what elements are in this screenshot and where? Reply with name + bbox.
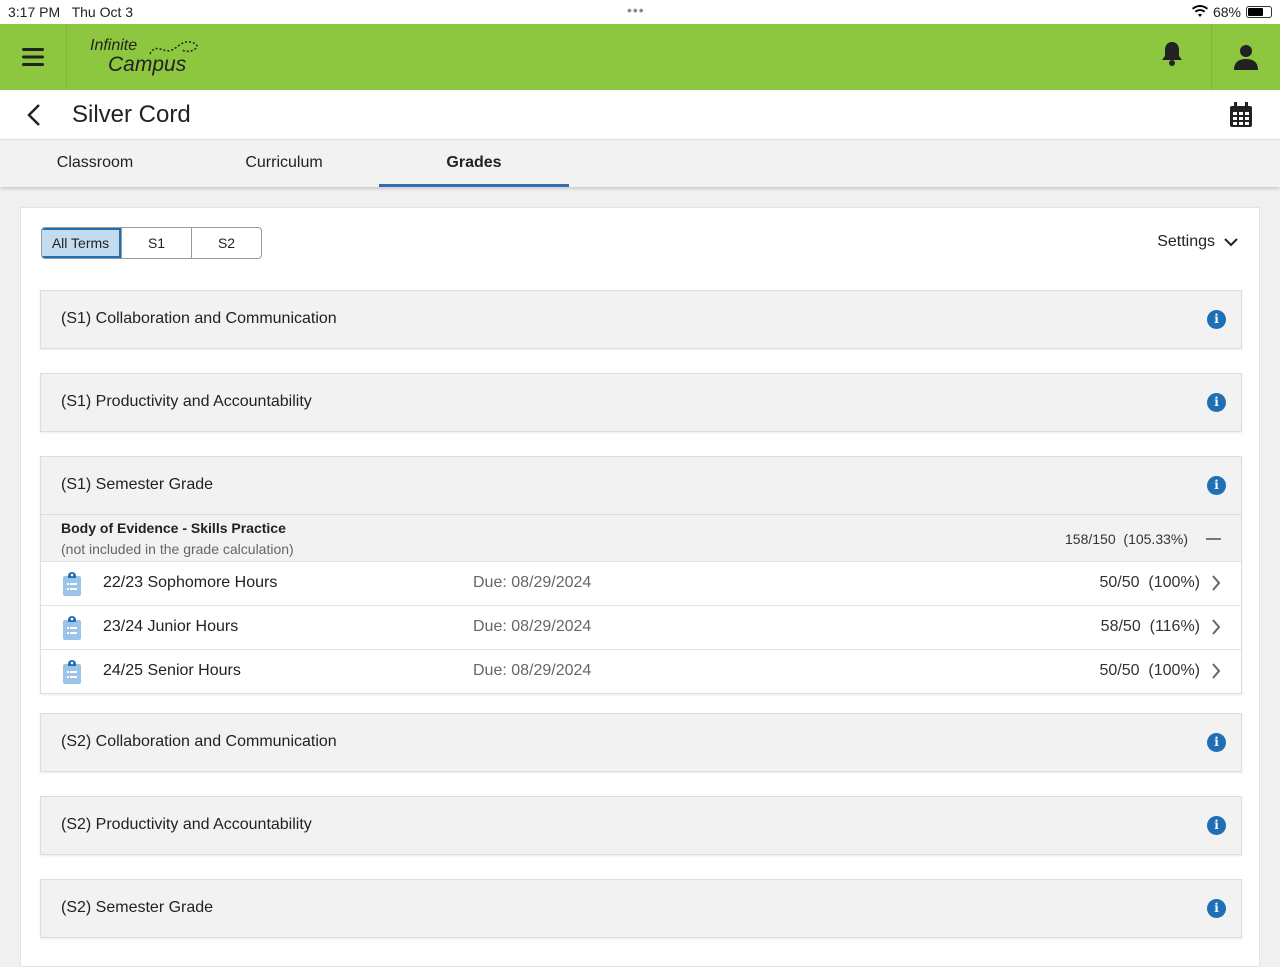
collapse-minus-icon[interactable] bbox=[1206, 538, 1221, 540]
settings-label: Settings bbox=[1157, 233, 1215, 250]
term-selector: All Terms S1 S2 bbox=[41, 227, 262, 259]
calendar-icon bbox=[1230, 102, 1252, 127]
assignment-name: 24/25 Senior Hours bbox=[103, 662, 241, 679]
chevron-right-icon[interactable] bbox=[1211, 662, 1221, 685]
chevron-right-icon[interactable] bbox=[1211, 574, 1221, 597]
status-bar: 3:17 PM Thu Oct 3 ••• 68% bbox=[0, 0, 1280, 24]
section-title: (S1) Collaboration and Communication bbox=[61, 310, 337, 327]
category-header[interactable]: Body of Evidence - Skills Practice (not … bbox=[41, 514, 1241, 561]
assignment-row[interactable]: 24/25 Senior Hours Due: 08/29/2024 50/50… bbox=[41, 649, 1241, 693]
assignment-score: 50/50 (100%) bbox=[1099, 662, 1200, 679]
multitask-dots-icon[interactable]: ••• bbox=[627, 2, 645, 18]
assignment-score: 58/50 (116%) bbox=[1100, 618, 1200, 635]
notifications-button[interactable] bbox=[1160, 40, 1184, 73]
section-header[interactable]: (S1) Semester Grade i bbox=[41, 457, 1241, 514]
due-date: Due: 08/29/2024 bbox=[473, 662, 592, 679]
tab-grades[interactable]: Grades bbox=[379, 141, 569, 187]
calendar-button[interactable] bbox=[1229, 102, 1253, 133]
menu-button[interactable] bbox=[0, 24, 67, 90]
grade-section[interactable]: (S2) Collaboration and Communication i bbox=[40, 713, 1242, 772]
section-title: (S2) Collaboration and Communication bbox=[61, 733, 337, 750]
chevron-down-icon bbox=[1224, 238, 1238, 247]
grades-panel: All Terms S1 S2 Settings (S1) Collaborat… bbox=[20, 207, 1260, 967]
chevron-right-icon[interactable] bbox=[1211, 618, 1221, 641]
app-header: Infinite Campus bbox=[0, 24, 1280, 90]
info-icon[interactable]: i bbox=[1207, 816, 1226, 835]
chevron-left-icon bbox=[27, 104, 40, 126]
battery-percent: 68% bbox=[1212, 4, 1241, 20]
info-icon[interactable]: i bbox=[1207, 476, 1226, 495]
assignment-score: 50/50 (100%) bbox=[1099, 574, 1200, 591]
section-title: (S1) Productivity and Accountability bbox=[61, 393, 312, 410]
due-date: Due: 08/29/2024 bbox=[473, 574, 592, 591]
tab-bar: Classroom Curriculum Grades bbox=[0, 141, 1280, 187]
grade-section[interactable]: (S1) Productivity and Accountability i bbox=[40, 373, 1242, 432]
back-button[interactable] bbox=[24, 102, 44, 133]
due-date: Due: 08/29/2024 bbox=[473, 618, 592, 635]
clipboard-icon bbox=[63, 616, 81, 645]
tab-curriculum[interactable]: Curriculum bbox=[189, 141, 379, 187]
page-title: Silver Cord bbox=[72, 101, 191, 128]
hamburger-icon bbox=[22, 48, 44, 66]
section-title: (S2) Productivity and Accountability bbox=[61, 816, 312, 833]
info-icon[interactable]: i bbox=[1207, 310, 1226, 329]
info-icon[interactable]: i bbox=[1207, 899, 1226, 918]
clipboard-icon bbox=[63, 572, 81, 601]
grade-section[interactable]: (S1) Collaboration and Communication i bbox=[40, 290, 1242, 349]
infinite-campus-logo: Infinite Campus bbox=[90, 38, 198, 75]
section-title: (S1) Semester Grade bbox=[61, 476, 214, 493]
assignment-name: 23/24 Junior Hours bbox=[103, 618, 239, 635]
status-time: 3:17 PM Thu Oct 3 bbox=[8, 4, 134, 20]
person-icon bbox=[1234, 45, 1258, 70]
section-title: (S2) Semester Grade bbox=[61, 899, 214, 916]
settings-dropdown[interactable]: Settings bbox=[1157, 233, 1239, 251]
clipboard-icon bbox=[63, 660, 81, 689]
category-note: (not included in the grade calculation) bbox=[61, 541, 294, 557]
title-bar: Silver Cord bbox=[0, 90, 1280, 140]
grade-section[interactable]: (S2) Semester Grade i bbox=[40, 879, 1242, 938]
user-account-button[interactable] bbox=[1211, 24, 1280, 90]
assignment-name: 22/23 Sophomore Hours bbox=[103, 574, 278, 591]
tab-classroom[interactable]: Classroom bbox=[0, 141, 190, 187]
info-icon[interactable]: i bbox=[1207, 733, 1226, 752]
bell-icon bbox=[1162, 42, 1182, 66]
battery-icon bbox=[1246, 6, 1272, 18]
assignment-row[interactable]: 23/24 Junior Hours Due: 08/29/2024 58/50… bbox=[41, 605, 1241, 649]
grade-section[interactable]: (S2) Productivity and Accountability i bbox=[40, 796, 1242, 855]
term-all-terms[interactable]: All Terms bbox=[42, 228, 121, 258]
wifi-icon bbox=[1191, 4, 1208, 20]
term-s2[interactable]: S2 bbox=[191, 228, 261, 258]
info-icon[interactable]: i bbox=[1207, 393, 1226, 412]
category-score: 158/150 (105.33%) bbox=[1065, 531, 1188, 547]
assignment-row[interactable]: 22/23 Sophomore Hours Due: 08/29/2024 50… bbox=[41, 561, 1241, 605]
category-name: Body of Evidence - Skills Practice bbox=[61, 520, 286, 536]
term-s1[interactable]: S1 bbox=[121, 228, 191, 258]
grade-section-expanded: (S1) Semester Grade i Body of Evidence - … bbox=[40, 456, 1242, 694]
